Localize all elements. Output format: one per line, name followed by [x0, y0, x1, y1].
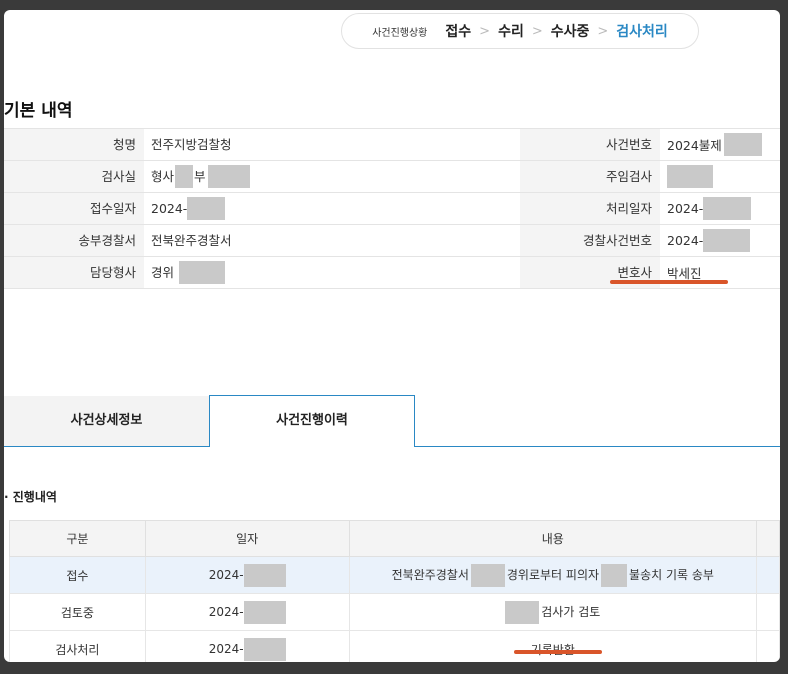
table-row[interactable]: 검토중 2024- 검사가 검토: [9, 593, 780, 631]
police-case-number-value: 2024-: [660, 225, 780, 256]
case-status-panel: 사건진행상황 접수 > 수리 > 수사중 > 검사처리 기본 내역 청명 전주지…: [4, 10, 780, 662]
row-type: 검토중: [9, 593, 146, 631]
chevron-right-icon: >: [597, 23, 609, 39]
tab-case-history[interactable]: 사건진행이력: [209, 395, 415, 447]
progress-history-table: 구분 일자 내용 접수 2024- 전북완주경찰서 경위로부터 피의자 불송치 기록…: [9, 520, 780, 662]
tab-case-details[interactable]: 사건상세정보: [4, 396, 209, 447]
basic-info-table: 청명 전주지방검찰청 사건번호 2024불제 검사실 형사 부 주임검사 접수일자…: [4, 128, 780, 289]
row-type: 접수: [9, 556, 146, 594]
field-label: 송부경찰서: [4, 225, 144, 256]
row-date: 2024-: [144, 630, 350, 662]
row-type: 검사처리: [9, 630, 146, 662]
redacted-block: [723, 133, 762, 156]
processed-date-value: 2024-: [660, 193, 780, 224]
disposition-highlight-underline: [514, 650, 602, 654]
tab-bar: 사건상세정보 사건진행이력: [4, 395, 780, 447]
row-content: 전북완주경찰서 경위로부터 피의자 불송치 기록 송부: [348, 556, 758, 594]
redacted-block: [179, 261, 226, 284]
step-received: 접수: [445, 24, 472, 40]
field-label: 담당형사: [4, 257, 144, 288]
chevron-right-icon: >: [531, 23, 543, 39]
case-number-value: 2024불제: [660, 129, 780, 160]
step-investigating: 수사중: [550, 24, 590, 40]
info-row: 담당형사 경위 변호사 박세진: [4, 257, 780, 289]
table-row[interactable]: 검사처리 2024- 기록반환: [9, 630, 780, 662]
redacted-block: [187, 197, 226, 220]
row-content: 검사가 검토: [348, 593, 758, 631]
header-content: 내용: [348, 520, 758, 557]
header-type: 구분: [9, 520, 146, 557]
table-row[interactable]: 접수 2024- 전북완주경찰서 경위로부터 피의자 불송치 기록 송부: [9, 556, 780, 594]
info-row: 접수일자 2024- 처리일자 2024-: [4, 193, 780, 225]
redacted-block: [667, 165, 713, 188]
tab-underline: [415, 446, 780, 447]
prosecutor-office-value: 전주지방검찰청: [151, 137, 232, 152]
redacted-block: [175, 165, 194, 188]
field-label: 검사실: [4, 161, 144, 192]
field-label: 처리일자: [520, 193, 660, 224]
row-date: 2024-: [144, 556, 350, 594]
field-label: 경찰사건번호: [520, 225, 660, 256]
field-label: 사건번호: [520, 129, 660, 160]
field-label: 청명: [4, 129, 144, 160]
detective-value: 경위: [144, 257, 520, 288]
redacted-block: [207, 165, 250, 188]
prosecutor-room-value: 형사 부: [144, 161, 520, 192]
field-label: 주임검사: [520, 161, 660, 192]
info-row: 청명 전주지방검찰청 사건번호 2024불제: [4, 129, 780, 161]
field-label: 접수일자: [4, 193, 144, 224]
redacted-block: [505, 600, 540, 624]
redacted-block: [243, 637, 286, 661]
redacted-block: [703, 197, 752, 220]
redacted-block: [470, 563, 505, 587]
table-header-row: 구분 일자 내용: [9, 520, 780, 557]
redacted-block: [243, 563, 286, 587]
progress-history-title: · 진행내역: [4, 490, 57, 504]
redacted-block: [703, 229, 751, 252]
info-row: 검사실 형사 부 주임검사: [4, 161, 780, 193]
assigned-prosecutor-value: [660, 161, 780, 192]
step-prosecutor-disposition: 검사처리: [616, 24, 668, 40]
row-date: 2024-: [144, 593, 350, 631]
received-date-value: 2024-: [144, 193, 520, 224]
basic-info-title: 기본 내역: [4, 101, 73, 121]
header-extra: [756, 520, 780, 557]
case-progress-bar: 사건진행상황 접수 > 수리 > 수사중 > 검사처리: [341, 13, 699, 49]
header-date: 일자: [144, 520, 350, 557]
info-row: 송부경찰서 전북완주경찰서 경찰사건번호 2024-: [4, 225, 780, 257]
lawyer-highlight-underline: [610, 280, 728, 284]
police-station-value: 전북완주경찰서: [151, 233, 232, 248]
row-content: 기록반환: [348, 630, 758, 662]
redacted-block: [243, 600, 286, 624]
chevron-right-icon: >: [479, 23, 491, 39]
step-accepted: 수리: [498, 24, 524, 40]
progress-label: 사건진행상황: [372, 27, 428, 39]
redacted-block: [601, 563, 628, 587]
